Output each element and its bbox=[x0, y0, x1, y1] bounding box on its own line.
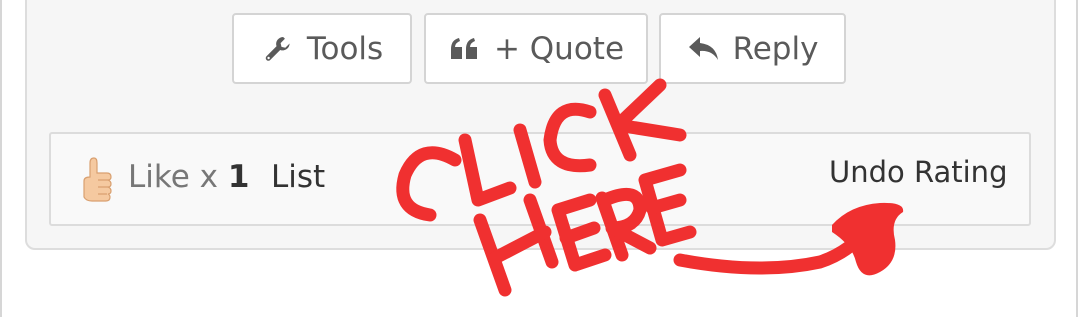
quote-icon bbox=[448, 32, 482, 66]
undo-rating-link[interactable]: Undo Rating bbox=[829, 155, 1007, 189]
like-count: 1 bbox=[227, 159, 250, 195]
quote-button[interactable]: + Quote bbox=[424, 13, 648, 84]
thumbs-up-icon bbox=[78, 155, 114, 203]
tools-button[interactable]: Tools bbox=[232, 13, 412, 84]
quote-label: + Quote bbox=[493, 30, 625, 67]
list-link[interactable]: List bbox=[271, 159, 325, 195]
reply-arrow-icon bbox=[687, 32, 721, 66]
like-summary: Like x 1 bbox=[128, 159, 249, 195]
wrench-icon bbox=[261, 32, 295, 66]
reply-label: Reply bbox=[732, 30, 819, 67]
tools-label: Tools bbox=[306, 30, 384, 67]
like-prefix: Like x bbox=[128, 159, 228, 195]
reply-button[interactable]: Reply bbox=[659, 13, 846, 84]
